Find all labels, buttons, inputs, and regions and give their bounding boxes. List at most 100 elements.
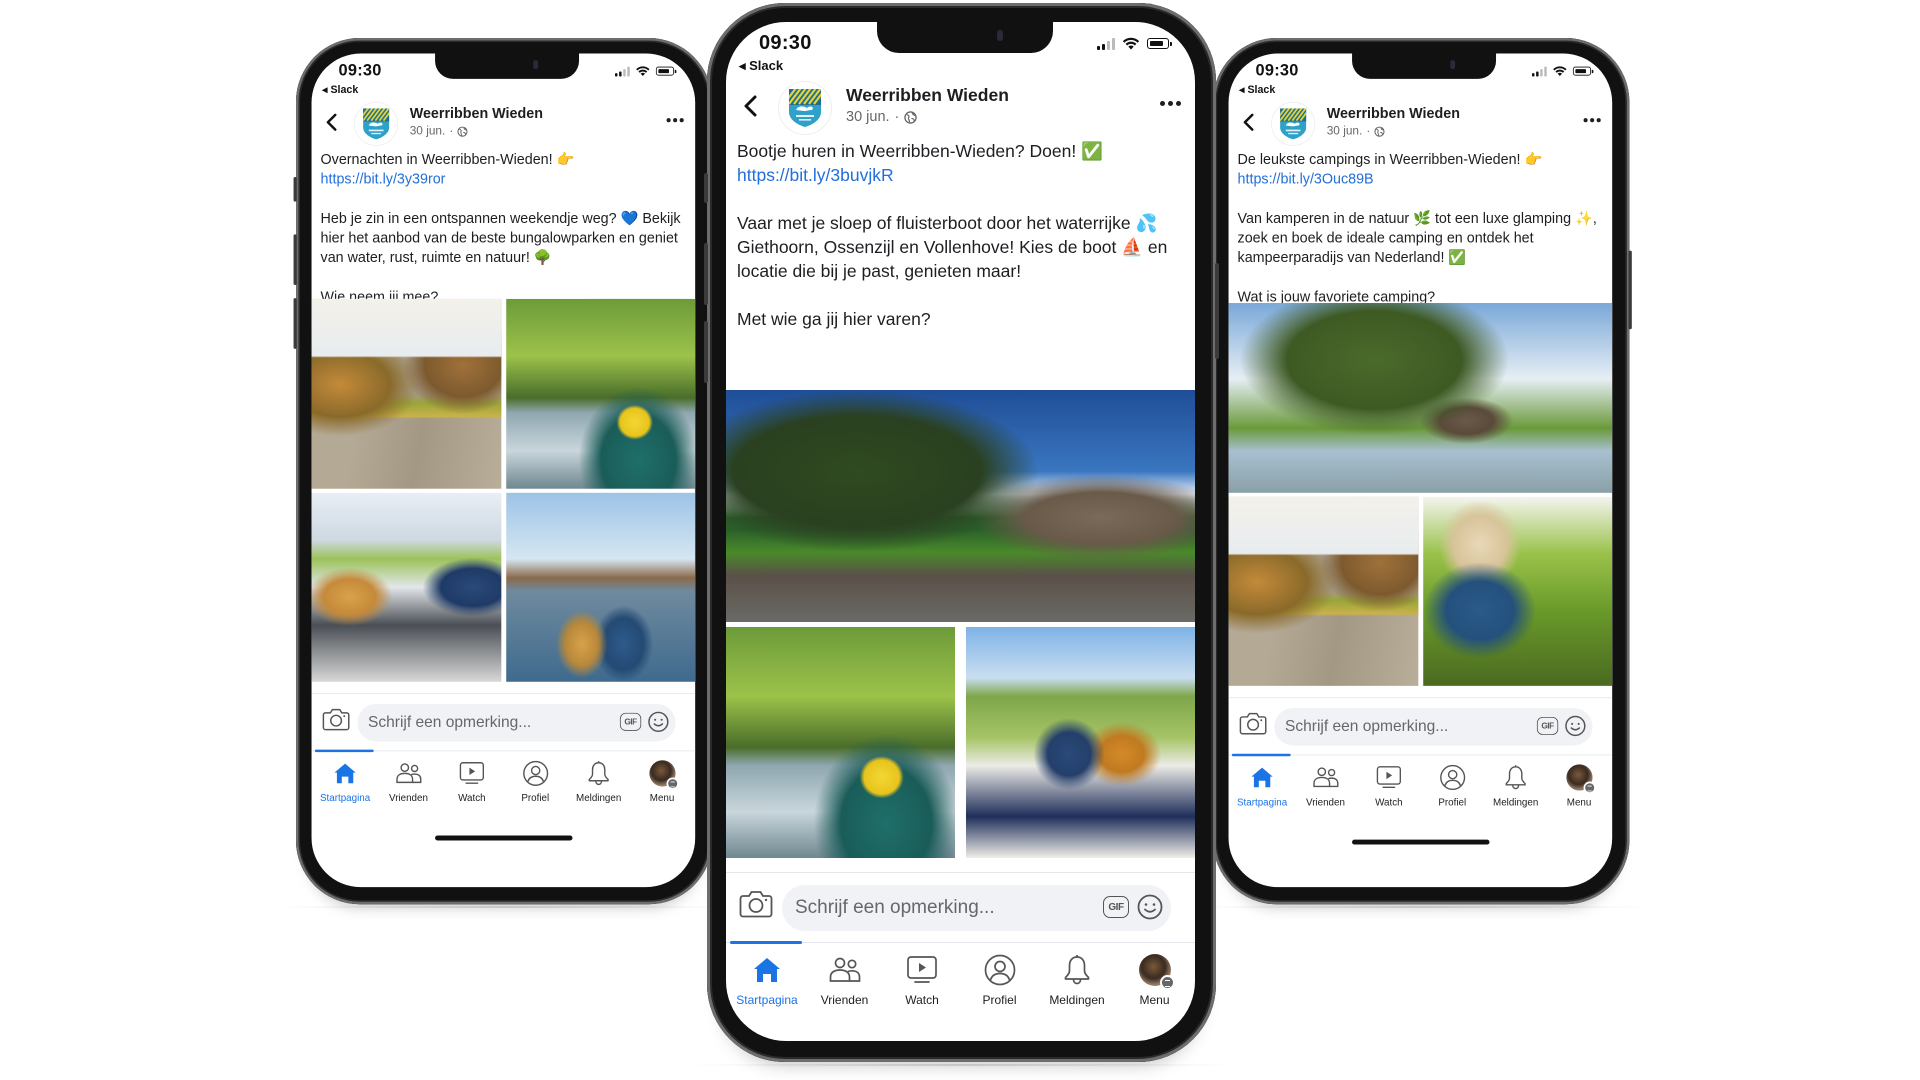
tab-profile[interactable]: Profiel [503,751,567,815]
emoji-icon[interactable] [1565,715,1586,737]
photo-grid [1228,303,1613,686]
photo-grid [726,390,1195,858]
page-avatar[interactable] [354,101,399,146]
tab-label: Watch [1375,796,1403,808]
back-chevron-icon[interactable] [323,112,341,132]
camera-icon[interactable] [322,707,350,732]
tab-watch[interactable]: Watch [883,943,961,1021]
bell-icon [1502,764,1530,792]
post-photo[interactable] [1228,303,1613,493]
tab-home[interactable]: Startpagina [313,751,377,815]
tab-label: Startpagina [736,993,798,1007]
post-date[interactable]: 30 jun. [846,109,890,125]
photo-grid [311,298,696,682]
comment-bar: GIF [1228,697,1613,750]
post-photo[interactable] [311,492,501,682]
tab-watch[interactable]: Watch [440,751,504,815]
gif-button[interactable]: GIF [619,712,642,731]
post-photo[interactable] [1228,496,1418,686]
page-name[interactable]: Weerribben Wieden [846,85,1009,106]
battery-icon [1147,38,1172,49]
emoji-icon[interactable] [648,711,669,732]
more-options-button[interactable] [1160,101,1181,106]
battery-icon [1572,66,1594,76]
post-header: Weerribben Wieden 30 jun. · [1229,99,1613,148]
tab-home[interactable]: Startpagina [1230,755,1294,819]
post-link[interactable]: https://bit.ly/3y39ror [321,171,446,187]
tab-home[interactable]: Startpagina [728,943,806,1021]
post-text: De leukste campings in Weerribben-Wieden… [1238,149,1604,326]
bell-icon [585,759,613,787]
menu-avatar-icon [648,759,679,790]
back-chevron-icon[interactable] [1240,112,1258,132]
tab-profile[interactable]: Profiel [961,943,1039,1021]
tab-menu[interactable]: Menu [1547,755,1611,819]
back-to-app-link[interactable]: ◂ Slack [739,58,783,74]
tab-label: Meldingen [1493,796,1539,808]
post-photo[interactable] [726,390,1195,622]
battery-icon [655,66,677,76]
tab-notifications[interactable]: Meldingen [1038,943,1116,1021]
tab-friends[interactable]: Vrienden [1294,755,1358,819]
back-to-app-link[interactable]: ◂ Slack [1239,83,1275,96]
tab-label: Profiel [1438,796,1467,808]
post-link[interactable]: https://bit.ly/3Ouc89B [1238,171,1374,187]
post-paragraph: Heb je zin in een ontspannen weekendje w… [321,208,687,267]
more-options-button[interactable] [1583,118,1601,123]
post-link[interactable]: https://bit.ly/3buvjkR [737,165,894,185]
tab-friends[interactable]: Vrienden [806,943,884,1021]
post-paragraph: Van kamperen in de natuur 🌿 tot een luxe… [1238,208,1604,267]
tab-label: Vrienden [820,993,869,1007]
page-name[interactable]: Weerribben Wieden [410,105,543,122]
more-options-button[interactable] [666,118,684,123]
phone-mockup-center: 09:30 ◂ Slack Weerribben Wieden 30 jun. … [704,3,1219,1062]
post-paragraph-text: Overnachten in Weerribben-Wieden! 👉 [320,150,575,168]
post-photo[interactable] [965,627,1195,858]
gif-button[interactable]: GIF [1103,896,1129,918]
page-name[interactable]: Weerribben Wieden [1327,105,1460,122]
post-paragraph-text: Heb je zin in een ontspannen weekendje w… [320,209,681,266]
tab-label: Menu [649,792,675,804]
notch [434,53,579,79]
post-photo[interactable] [311,298,501,489]
home-indicator[interactable] [1351,839,1490,845]
phone-floor-shadow [1193,906,1650,909]
side-button [1215,263,1219,359]
post-photo[interactable] [505,298,696,489]
back-chevron-icon[interactable] [740,94,762,118]
phone-mockup-left: 09:30 ◂ Slack Weerribben Wieden 30 jun. … [293,38,715,905]
post-meta: 30 jun. · [846,109,918,125]
tab-menu[interactable]: Menu [630,751,694,815]
tab-label: Watch [905,993,939,1007]
back-to-app-link[interactable]: ◂ Slack [322,83,358,96]
tab-menu[interactable]: Menu [1116,943,1194,1021]
post-paragraph: Vaar met je sloep of fluisterboot door h… [737,211,1185,283]
gif-button[interactable]: GIF [1536,716,1559,735]
tab-friends[interactable]: Vrienden [377,751,441,815]
tab-profile[interactable]: Profiel [1420,755,1484,819]
post-date[interactable]: 30 jun. [1327,125,1363,138]
home-indicator[interactable] [434,835,573,841]
page-avatar[interactable] [1271,101,1316,146]
page-avatar[interactable] [778,81,832,135]
phone-floor-shadow [687,1064,1236,1066]
volume-down-button [704,321,708,383]
globe-public-icon [904,110,918,124]
post-photo[interactable] [1422,496,1613,686]
weerribben-wieden-logo-icon [363,108,390,140]
post-photo[interactable] [726,627,956,858]
camera-icon[interactable] [739,889,773,919]
status-time: 09:30 [1255,61,1299,80]
tab-notifications[interactable]: Meldingen [567,751,631,815]
side-button [1628,250,1632,330]
camera-icon[interactable] [1239,711,1267,736]
profile-icon [983,953,1017,987]
emoji-icon[interactable] [1137,894,1163,920]
tab-watch[interactable]: Watch [1357,755,1421,819]
notch [1351,53,1496,79]
comment-bar: GIF [726,872,1195,937]
post-photo[interactable] [505,492,696,682]
wifi-icon [1122,37,1140,50]
post-date[interactable]: 30 jun. [410,125,446,138]
tab-notifications[interactable]: Meldingen [1484,755,1548,819]
